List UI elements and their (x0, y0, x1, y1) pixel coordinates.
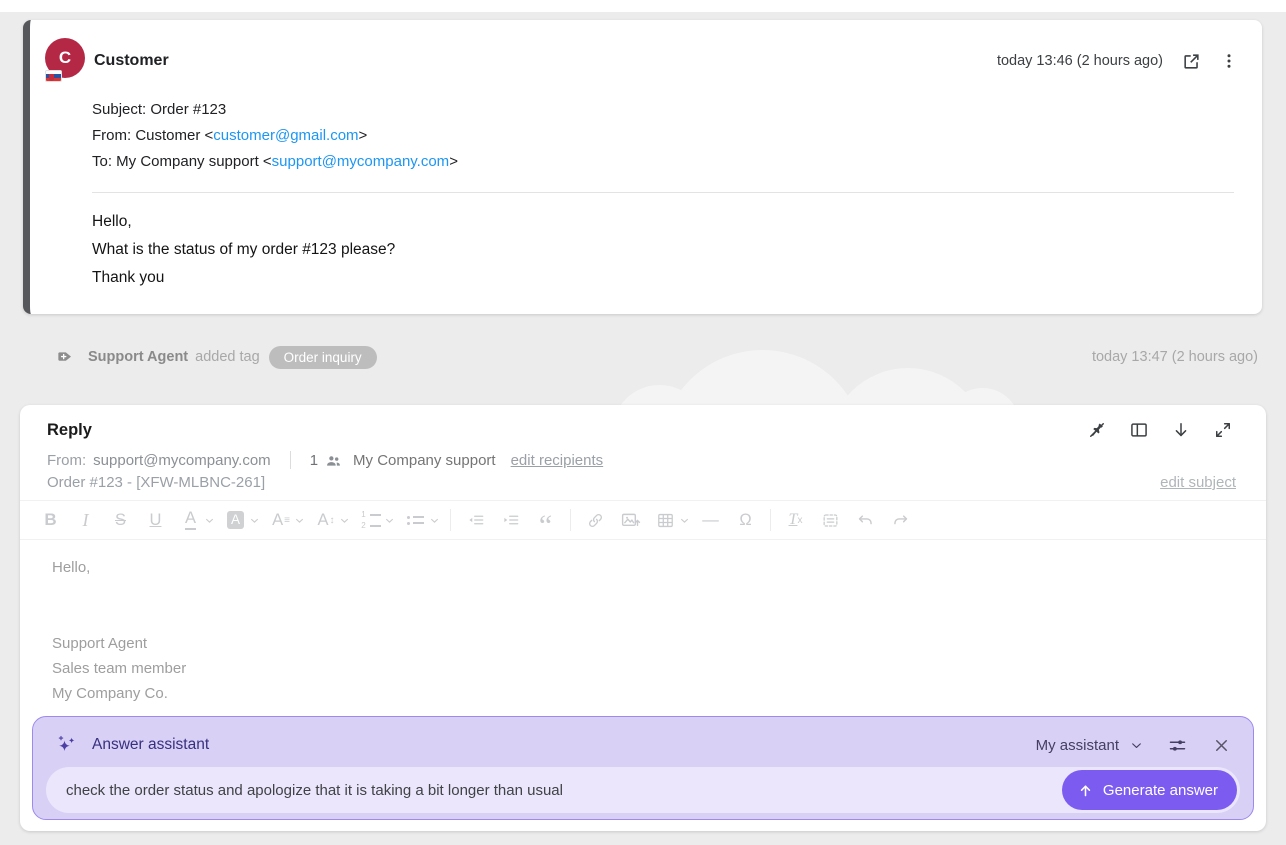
strikethrough-button[interactable]: S (103, 507, 138, 533)
toolbar-separator (450, 509, 451, 531)
ticket-view: C Customer today 13:46 (2 hours ago) (0, 0, 1286, 845)
table-chevron[interactable] (676, 507, 693, 533)
event-timestamp: today 13:47 (2 hours ago) (1092, 349, 1258, 365)
italic-button[interactable]: I (68, 507, 103, 533)
kebab-menu-icon[interactable] (1220, 52, 1238, 70)
font-size-chevron[interactable] (291, 507, 308, 533)
editor-line: Hello, (52, 555, 1236, 580)
from-label: From: (47, 452, 86, 469)
undo-button[interactable] (848, 507, 883, 533)
avatar-wrap: C (45, 38, 85, 84)
rich-text-toolbar: B I S U A A A≡ A↕ 12 (20, 500, 1266, 540)
from-address: support@mycompany.com (93, 452, 271, 469)
email-timestamp: today 13:46 (2 hours ago) (997, 53, 1163, 69)
reply-composer: Reply (20, 405, 1266, 831)
recipient-count: 1 (310, 452, 318, 469)
tag-badge[interactable]: Order inquiry (269, 346, 377, 369)
tag-plus-icon (55, 347, 75, 367)
slovakia-flag-icon (45, 70, 62, 82)
event-actor: Support Agent (88, 349, 188, 365)
email-to-line: To: My Company support <support@mycompan… (92, 149, 1238, 175)
horizontal-rule-button[interactable]: — (693, 507, 728, 533)
sparkles-icon (55, 733, 79, 757)
editor-line: Support Agent (52, 631, 1236, 656)
tag-event-row: Support Agent added tag Order inquiry to… (23, 340, 1258, 374)
open-in-new-icon[interactable] (1182, 52, 1201, 71)
edit-recipients-link[interactable]: edit recipients (511, 452, 604, 469)
ordered-list-chevron[interactable] (381, 507, 398, 533)
clear-formatting-button[interactable]: Tx (778, 507, 813, 533)
special-character-button[interactable]: Ω (728, 507, 763, 533)
editor-line (52, 606, 1236, 631)
email-divider (92, 192, 1234, 193)
split-panel-icon[interactable] (1129, 420, 1149, 440)
assistant-close-icon[interactable] (1212, 736, 1231, 755)
underline-button[interactable]: U (138, 507, 173, 533)
bold-button[interactable]: B (33, 507, 68, 533)
collapse-down-icon[interactable] (1171, 420, 1191, 440)
redo-button[interactable] (883, 507, 918, 533)
reply-subject-row: Order #123 - [XFW-MLBNC-261] edit subjec… (20, 469, 1266, 491)
email-subject-line: Subject: Order #123 (92, 97, 1238, 123)
bullet-list-chevron[interactable] (426, 507, 443, 533)
email-body: Hello, What is the status of my order #1… (92, 208, 1238, 292)
edit-subject-link[interactable]: edit subject (1160, 474, 1236, 491)
editor-line: Sales team member (52, 656, 1236, 681)
email-from-line: From: Customer <customer@gmail.com> (92, 123, 1238, 149)
generate-answer-button[interactable]: Generate answer (1062, 770, 1237, 810)
event-action: added tag (195, 349, 260, 365)
assistant-title: Answer assistant (92, 736, 209, 754)
email-message-card: C Customer today 13:46 (2 hours ago) (23, 20, 1262, 314)
highlight-color-chevron[interactable] (246, 507, 263, 533)
link-button[interactable] (578, 507, 613, 533)
expand-icon[interactable] (1213, 420, 1233, 440)
answer-assistant-panel: Answer assistant My assistant (32, 716, 1254, 820)
reply-subject: Order #123 - [XFW-MLBNC-261] (47, 474, 265, 491)
chevron-down-icon (1130, 739, 1143, 752)
email-header-row: C Customer today 13:46 (2 hours ago) (45, 38, 1238, 84)
arrow-up-icon (1077, 782, 1094, 799)
to-email-link[interactable]: support@mycompany.com (272, 153, 450, 170)
sender-name: Customer (94, 52, 169, 70)
generate-answer-label: Generate answer (1103, 782, 1218, 799)
assistant-settings-icon[interactable] (1167, 735, 1188, 756)
assistant-selector-value: My assistant (1036, 737, 1119, 754)
divider (290, 451, 291, 469)
outdent-button[interactable] (458, 507, 493, 533)
blockquote-button[interactable]: “ (528, 507, 563, 533)
recipients-group-icon (325, 452, 342, 469)
assistant-selector[interactable]: My assistant (1036, 737, 1143, 754)
line-height-chevron[interactable] (336, 507, 353, 533)
select-all-button[interactable] (813, 507, 848, 533)
unpin-icon[interactable] (1087, 420, 1107, 440)
body-line: Hello, (92, 208, 1238, 236)
email-meta: Subject: Order #123 From: Customer <cust… (92, 97, 1238, 175)
from-email-link[interactable]: customer@gmail.com (213, 127, 358, 144)
image-upload-button[interactable] (613, 507, 648, 533)
toolbar-separator (570, 509, 571, 531)
body-line: Thank you (92, 264, 1238, 292)
recipient-name: My Company support (353, 452, 496, 469)
body-line: What is the status of my order #123 plea… (92, 236, 1238, 264)
indent-button[interactable] (493, 507, 528, 533)
reply-editor[interactable]: Hello, Support Agent Sales team member M… (20, 540, 1266, 707)
toolbar-separator (770, 509, 771, 531)
assistant-input-pill: Generate answer (46, 767, 1240, 813)
text-color-chevron[interactable] (201, 507, 218, 533)
top-strip (0, 0, 1286, 12)
reply-title: Reply (47, 421, 92, 440)
reply-from-row: From: support@mycompany.com 1 My Company… (20, 440, 1266, 469)
assistant-prompt-input[interactable] (49, 767, 1062, 813)
editor-line (52, 580, 1236, 605)
editor-line: My Company Co. (52, 681, 1236, 706)
